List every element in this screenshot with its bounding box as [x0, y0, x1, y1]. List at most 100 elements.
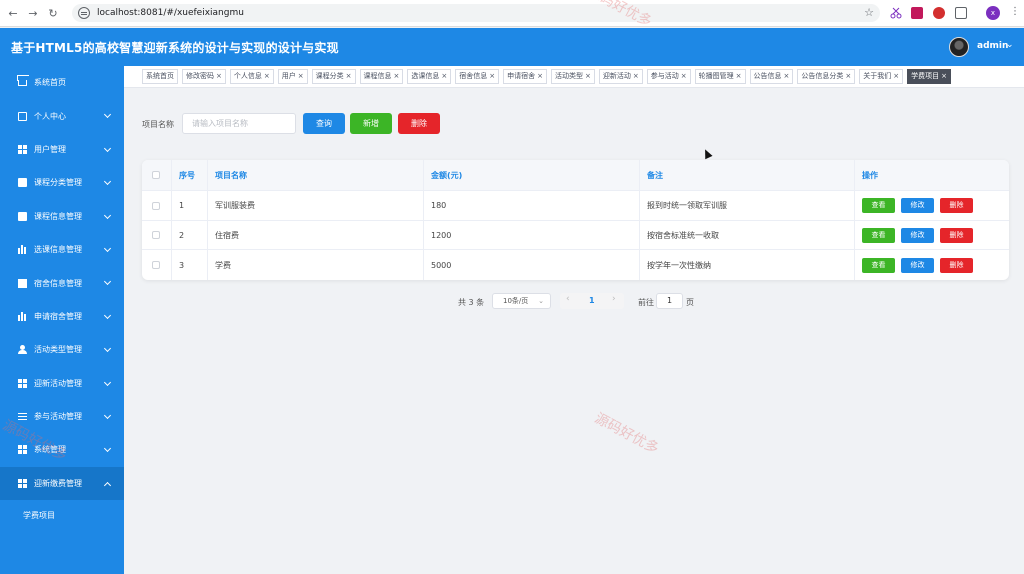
- scissors-extension-icon[interactable]: [890, 7, 902, 19]
- extensions-puzzle-icon[interactable]: [955, 7, 967, 19]
- tab-label: 个人信息: [233, 72, 262, 80]
- chevron-down-icon: ⌄: [538, 297, 544, 305]
- view-button[interactable]: 查看: [862, 227, 895, 243]
- tab-users[interactable]: 用户 ×: [277, 69, 308, 84]
- user-name[interactable]: admin: [977, 41, 1008, 51]
- close-icon[interactable]: ×: [633, 72, 639, 80]
- checklist-icon: [18, 278, 27, 288]
- cell-amount: 180: [424, 191, 640, 220]
- tab-label: 课程信息: [363, 72, 392, 80]
- sidebar-item-welcome-activity[interactable]: 迎新活动管理: [0, 367, 124, 400]
- edit-button[interactable]: 修改: [901, 257, 934, 273]
- current-page[interactable]: 1: [589, 296, 595, 305]
- site-info-icon[interactable]: [78, 7, 90, 19]
- tab-carousel[interactable]: 轮播图管理 ×: [694, 69, 746, 84]
- close-icon[interactable]: ×: [537, 72, 543, 80]
- tab-about-us[interactable]: 关于我们 ×: [859, 69, 904, 84]
- tab-label: 修改密码: [186, 72, 214, 80]
- reload-icon[interactable]: ↻: [46, 6, 60, 20]
- browser-toolbar: ← → ↻ localhost:8081/#/xuefeixiangmu ☆ x…: [0, 0, 1024, 27]
- next-page-icon[interactable]: ›: [612, 294, 616, 304]
- tab-home[interactable]: 系统首页: [142, 69, 178, 84]
- bookmark-star-icon[interactable]: ☆: [864, 6, 874, 19]
- delete-button[interactable]: 删除: [940, 227, 973, 243]
- table-row: 2 住宿费 1200 按宿舍标准统一收取 查看 修改 删除: [142, 221, 1009, 250]
- close-icon[interactable]: ×: [216, 72, 222, 80]
- delete-button[interactable]: 删除: [940, 198, 973, 213]
- close-icon[interactable]: ×: [736, 72, 742, 80]
- address-bar[interactable]: localhost:8081/#/xuefeixiangmu ☆: [72, 4, 880, 22]
- sidebar-item-profile[interactable]: 个人中心: [0, 99, 124, 132]
- tab-label: 学费项目: [911, 72, 940, 80]
- user-avatar[interactable]: [949, 37, 969, 57]
- prev-page-icon[interactable]: ‹: [566, 294, 570, 304]
- tab-welcome-activity[interactable]: 迎新活动 ×: [598, 69, 643, 84]
- close-icon[interactable]: ×: [264, 72, 270, 80]
- edit-button[interactable]: 修改: [901, 198, 934, 213]
- cell-index: 2: [172, 221, 208, 249]
- sidebar-item-course-category[interactable]: 课程分类管理: [0, 166, 124, 199]
- tab-label: 公告信息分类: [801, 72, 844, 80]
- sidebar-item-course-selection[interactable]: 选课信息管理: [0, 233, 124, 266]
- close-icon[interactable]: ×: [441, 72, 447, 80]
- close-icon[interactable]: ×: [845, 72, 851, 80]
- tab-notice[interactable]: 公告信息 ×: [749, 69, 794, 84]
- download-extension-icon[interactable]: [911, 7, 923, 19]
- sidebar-item-fee[interactable]: 迎新缴费管理: [0, 466, 124, 501]
- tab-dorm-info[interactable]: 宿舍信息 ×: [455, 69, 500, 84]
- select-all-checkbox[interactable]: [152, 171, 160, 179]
- sidebar-item-activity-type[interactable]: 活动类型管理: [0, 333, 124, 366]
- close-icon[interactable]: ×: [681, 72, 687, 80]
- close-icon[interactable]: ×: [941, 72, 947, 80]
- cell-actions: 查看 修改 删除: [855, 250, 1009, 280]
- close-icon[interactable]: ×: [394, 72, 400, 80]
- forward-icon[interactable]: →: [26, 6, 40, 20]
- add-button[interactable]: 新增: [350, 113, 392, 134]
- goto-page-input[interactable]: 1: [656, 293, 683, 309]
- grid-icon: [18, 478, 27, 488]
- select-all-cell: [142, 160, 172, 190]
- chevron-down-icon: [103, 144, 112, 152]
- row-checkbox[interactable]: [152, 261, 160, 269]
- tab-activity-type[interactable]: 活动类型 ×: [551, 69, 595, 84]
- tab-personal-info[interactable]: 个人信息 ×: [229, 69, 274, 84]
- camera-extension-icon[interactable]: [933, 7, 945, 19]
- close-icon[interactable]: ×: [346, 72, 352, 80]
- edit-button[interactable]: 修改: [901, 227, 934, 243]
- tab-tuition-items[interactable]: 学费项目 ×: [907, 69, 951, 84]
- close-icon[interactable]: ×: [784, 72, 790, 80]
- row-checkbox[interactable]: [152, 201, 160, 210]
- sidebar-item-home[interactable]: 系统首页: [0, 66, 124, 99]
- tab-dorm-apply[interactable]: 申请宿舍 ×: [503, 69, 547, 84]
- close-icon[interactable]: ×: [585, 72, 591, 80]
- sidebar-item-label: 课程分类管理: [34, 178, 82, 188]
- close-icon[interactable]: ×: [298, 72, 304, 80]
- view-button[interactable]: 查看: [862, 257, 895, 273]
- tab-course-info[interactable]: 课程信息 ×: [359, 69, 404, 84]
- profile-avatar[interactable]: x: [986, 6, 1000, 20]
- page-size-select[interactable]: 10条/页 ⌄: [492, 293, 551, 309]
- close-icon[interactable]: ×: [489, 72, 495, 80]
- close-icon[interactable]: ×: [893, 72, 899, 80]
- sidebar-item-users[interactable]: 用户管理: [0, 133, 124, 166]
- search-input[interactable]: [182, 113, 296, 134]
- app-title: 基于HTML5的高校智慧迎新系统的设计与实现的设计与实现: [11, 40, 339, 55]
- briefcase-icon: [18, 211, 27, 221]
- browser-menu-icon[interactable]: ⋮: [1010, 6, 1020, 17]
- tab-join-activity[interactable]: 参与活动 ×: [646, 69, 691, 84]
- query-button[interactable]: 查询: [303, 113, 345, 134]
- tab-course-category[interactable]: 课程分类 ×: [311, 69, 356, 84]
- delete-button[interactable]: 删除: [940, 257, 973, 273]
- view-button[interactable]: 查看: [862, 198, 895, 213]
- tab-notice-category[interactable]: 公告信息分类 ×: [797, 69, 856, 84]
- sidebar-item-course-info[interactable]: 课程信息管理: [0, 200, 124, 233]
- batch-delete-button[interactable]: 删除: [398, 113, 440, 134]
- user-menu-chevron-icon[interactable]: ⌄: [1006, 40, 1014, 50]
- back-icon[interactable]: ←: [6, 6, 20, 20]
- tab-course-selection[interactable]: 选课信息 ×: [407, 69, 452, 84]
- row-checkbox[interactable]: [152, 231, 160, 239]
- sidebar-item-dorm-apply[interactable]: 申请宿舍管理: [0, 300, 124, 333]
- sidebar-item-dorm-info[interactable]: 宿舍信息管理: [0, 266, 124, 299]
- sidebar-subitem-tuition[interactable]: 学费项目: [0, 500, 124, 530]
- tab-change-password[interactable]: 修改密码 ×: [182, 69, 226, 84]
